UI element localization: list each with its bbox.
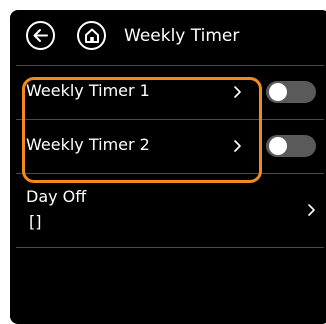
row-label: Weekly Timer 1 (26, 81, 150, 100)
arrow-left-icon (33, 29, 48, 42)
page-title: Weekly Timer (124, 26, 240, 46)
home-icon (84, 28, 99, 43)
weekly-timer-1-row[interactable]: Weekly Timer 1 (10, 65, 326, 119)
weekly-timer-1-toggle[interactable] (266, 81, 316, 103)
row-label: Weekly Timer 2 (26, 135, 150, 154)
back-button[interactable] (26, 21, 55, 50)
day-off-row[interactable]: Day Off [] (10, 173, 326, 247)
toggle-knob (269, 137, 287, 155)
header-bar: Weekly Timer (10, 10, 326, 65)
row-label: Day Off (26, 187, 87, 206)
chevron-right-icon (234, 140, 241, 152)
toggle-knob (269, 83, 287, 101)
chevron-right-icon (308, 204, 315, 216)
weekly-timer-2-toggle[interactable] (266, 135, 316, 157)
day-off-value: [] (29, 212, 42, 231)
device-screen: Weekly Timer Weekly Timer 1 Weekly Timer… (10, 10, 326, 324)
chevron-right-icon (234, 86, 241, 98)
home-button[interactable] (77, 21, 106, 50)
divider (16, 247, 324, 248)
weekly-timer-2-row[interactable]: Weekly Timer 2 (10, 119, 326, 173)
